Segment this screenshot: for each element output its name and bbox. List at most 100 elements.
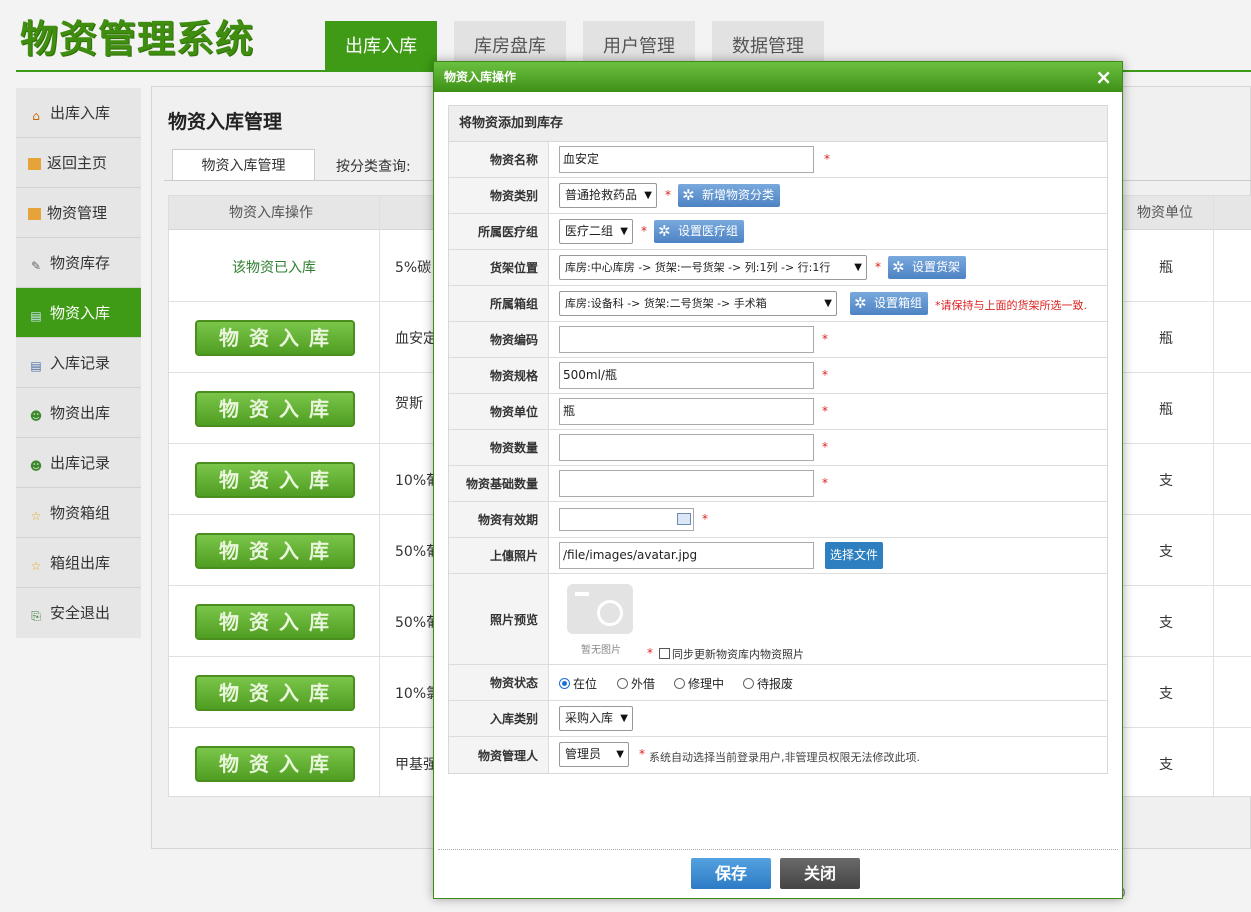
close-icon[interactable]: × (1095, 62, 1112, 92)
sidebar-item-stock-in-out[interactable]: ⌂ 出库入库 (16, 88, 141, 138)
sync-photo-option[interactable]: 同步更新物资库内物资照片 (659, 646, 804, 662)
category-select-value: 普通抢救药品 (565, 188, 638, 202)
form-row-expiry: 物资有效期 * (449, 502, 1107, 538)
manager-select[interactable]: 管理员 ▼ (559, 742, 629, 767)
required-mark: * (822, 368, 828, 382)
sidebar-item-logout[interactable]: ⎘ 安全退出 (16, 588, 141, 638)
material-unit-input[interactable]: 瓶 (559, 398, 814, 425)
sync-photo-label: 同步更新物资库内物资照片 (672, 648, 804, 661)
box-group-select[interactable]: 库房:设备科 -> 货架:二号货架 -> 手术箱 ▼ (559, 291, 837, 316)
radio-icon (743, 678, 754, 689)
sidebar-item-stock-out-records[interactable]: ☻ 出库记录 (16, 438, 141, 488)
shelf-select-value: 库房:中心库房 -> 货架:一号货架 -> 列:1列 -> 行:1行 (565, 261, 831, 274)
stock-type-select-value: 采购入库 (565, 711, 614, 725)
set-shelf-button[interactable]: ✲ 设置货架 (888, 256, 967, 279)
dialog-footer-divider (438, 849, 1118, 850)
category-select[interactable]: 普通抢救药品 ▼ (559, 183, 657, 208)
sync-photo-checkbox[interactable] (659, 648, 670, 659)
form-row-box-group: 所属箱组 库房:设备科 -> 货架:二号货架 -> 手术箱 ▼ ✲ 设置箱组 *请保… (449, 286, 1107, 322)
form-row-preview: 照片预览 暂无图片 * 同步更新物资库内物资照片 (449, 574, 1107, 665)
sidebar-item-stock-in[interactable]: ▤ 物资入库 (16, 288, 141, 338)
stock-in-button[interactable]: 物资入库 (195, 746, 355, 782)
field-label: 所属箱组 (449, 286, 549, 321)
set-box-group-button-label: 设置箱组 (874, 296, 923, 310)
material-unit-cell: 支 (1159, 544, 1173, 560)
stock-in-button[interactable]: 物资入库 (195, 675, 355, 711)
form-row-status: 物资状态 在位 外借 修理中 待报废 (449, 665, 1107, 701)
stock-in-button[interactable]: 物资入库 (195, 533, 355, 569)
form-row-category: 物资类别 普通抢救药品 ▼ * ✲ 新增物资分类 (449, 178, 1107, 214)
gear-icon: ✲ (854, 294, 867, 312)
chevron-down-icon: ▼ (616, 749, 624, 760)
material-code-input[interactable] (559, 326, 814, 353)
choose-file-button[interactable]: 选择文件 (825, 542, 884, 569)
status-radio-on-loan[interactable]: 外借 (617, 675, 655, 692)
radio-label: 修理中 (688, 677, 725, 691)
material-name-cell: 5%碳 (395, 260, 432, 276)
stock-in-button[interactable]: 物资入库 (195, 462, 355, 498)
sidebar-item-stock-in-records[interactable]: ▤ 入库记录 (16, 338, 141, 388)
field-label: 所属医疗组 (449, 214, 549, 249)
sidebar-item-label: 箱组出库 (50, 554, 111, 572)
calendar-icon[interactable] (677, 513, 691, 525)
sidebar-item-material-management[interactable]: 物资管理 (16, 188, 141, 238)
sidebar-item-label: 出库入库 (50, 104, 111, 122)
stock-in-button[interactable]: 物资入库 (195, 391, 355, 427)
sidebar-item-inventory[interactable]: ✎ 物资库存 (16, 238, 141, 288)
status-radio-repairing[interactable]: 修理中 (674, 675, 724, 692)
material-unit-cell: 支 (1159, 615, 1173, 631)
stored-status-text: 该物资已入库 (232, 260, 316, 276)
photo-path-input[interactable]: /file/images/avatar.jpg (559, 542, 814, 569)
chevron-down-icon: ▼ (854, 262, 862, 273)
box-group-warning: *请保持与上面的货架所选一致. (935, 299, 1087, 312)
status-radio-in-place[interactable]: 在位 (559, 675, 597, 692)
stock-in-button[interactable]: 物资入库 (195, 604, 355, 640)
field-label: 物资数量 (449, 430, 549, 465)
material-quantity-input[interactable] (559, 434, 814, 461)
set-box-group-button[interactable]: ✲ 设置箱组 (850, 292, 929, 315)
base-quantity-input[interactable] (559, 470, 814, 497)
stock-in-button[interactable]: 物资入库 (195, 320, 355, 356)
stock-type-select[interactable]: 采购入库 ▼ (559, 706, 633, 731)
material-name-cell: 血安定 (395, 331, 437, 347)
form-row-medical-group: 所属医疗组 医疗二组 ▼ * ✲ 设置医疗组 (449, 214, 1107, 250)
tab-stock-in-management[interactable]: 物资入库管理 (172, 149, 315, 181)
no-image-caption: 暂无图片 (581, 645, 621, 656)
star-icon: ☆ (30, 509, 42, 523)
material-spec-input[interactable]: 500ml/瓶 (559, 362, 814, 389)
box-group-select-value: 库房:设备科 -> 货架:二号货架 -> 手术箱 (565, 297, 767, 310)
star-icon: ☆ (30, 559, 42, 573)
save-button[interactable]: 保存 (691, 858, 771, 889)
gear-icon: ✲ (892, 258, 905, 276)
status-radio-pending-scrap[interactable]: 待报废 (743, 675, 793, 692)
user-icon: ☻ (29, 409, 43, 423)
dialog-title-bar: 物资入库操作 × (434, 62, 1122, 92)
form-row-quantity: 物资数量 * (449, 430, 1107, 466)
gear-icon: ✲ (682, 186, 695, 204)
close-button[interactable]: 关闭 (780, 858, 860, 889)
material-unit-cell: 支 (1159, 686, 1173, 702)
add-category-button[interactable]: ✲ 新增物资分类 (678, 184, 781, 207)
chevron-down-icon: ▼ (824, 298, 832, 309)
material-name-input[interactable]: 血安定 (559, 146, 814, 173)
expiry-date-input[interactable] (559, 508, 694, 531)
database-icon: ▤ (30, 359, 42, 373)
sidebar-item-home[interactable]: 返回主页 (16, 138, 141, 188)
stock-in-form: 将物资添加到库存 物资名称 血安定 * 物资类别 普通抢救药品 ▼ * ✲ 新增物资… (448, 105, 1108, 774)
sidebar-item-stock-out[interactable]: ☻ 物资出库 (16, 388, 141, 438)
shelf-select[interactable]: 库房:中心库房 -> 货架:一号货架 -> 列:1列 -> 行:1行 ▼ (559, 255, 867, 280)
nav-tab-stock-in-out[interactable]: 出库入库 (325, 21, 437, 71)
medical-group-select[interactable]: 医疗二组 ▼ (559, 219, 633, 244)
manager-note: 系统自动选择当前登录用户,非管理员权限无法修改此项. (649, 751, 920, 764)
form-row-manager: 物资管理人 管理员 ▼ * 系统自动选择当前登录用户,非管理员权限无法修改此项. (449, 737, 1107, 773)
radio-icon (674, 678, 685, 689)
user-icon: ☻ (29, 459, 43, 473)
sidebar-item-box-stock-out[interactable]: ☆ 箱组出库 (16, 538, 141, 588)
sidebar: ⌂ 出库入库 返回主页 物资管理 ✎ 物资库存 ▤ 物资入库 ▤ 入库记录 ☻ 物资出库 … (16, 88, 141, 638)
form-row-stock-type: 入库类别 采购入库 ▼ (449, 701, 1107, 737)
radio-label: 在位 (573, 677, 598, 691)
set-medical-group-button[interactable]: ✲ 设置医疗组 (654, 220, 745, 243)
sidebar-item-box-groups[interactable]: ☆ 物资箱组 (16, 488, 141, 538)
gear-icon: ✲ (658, 222, 671, 240)
required-mark: * (647, 646, 653, 660)
